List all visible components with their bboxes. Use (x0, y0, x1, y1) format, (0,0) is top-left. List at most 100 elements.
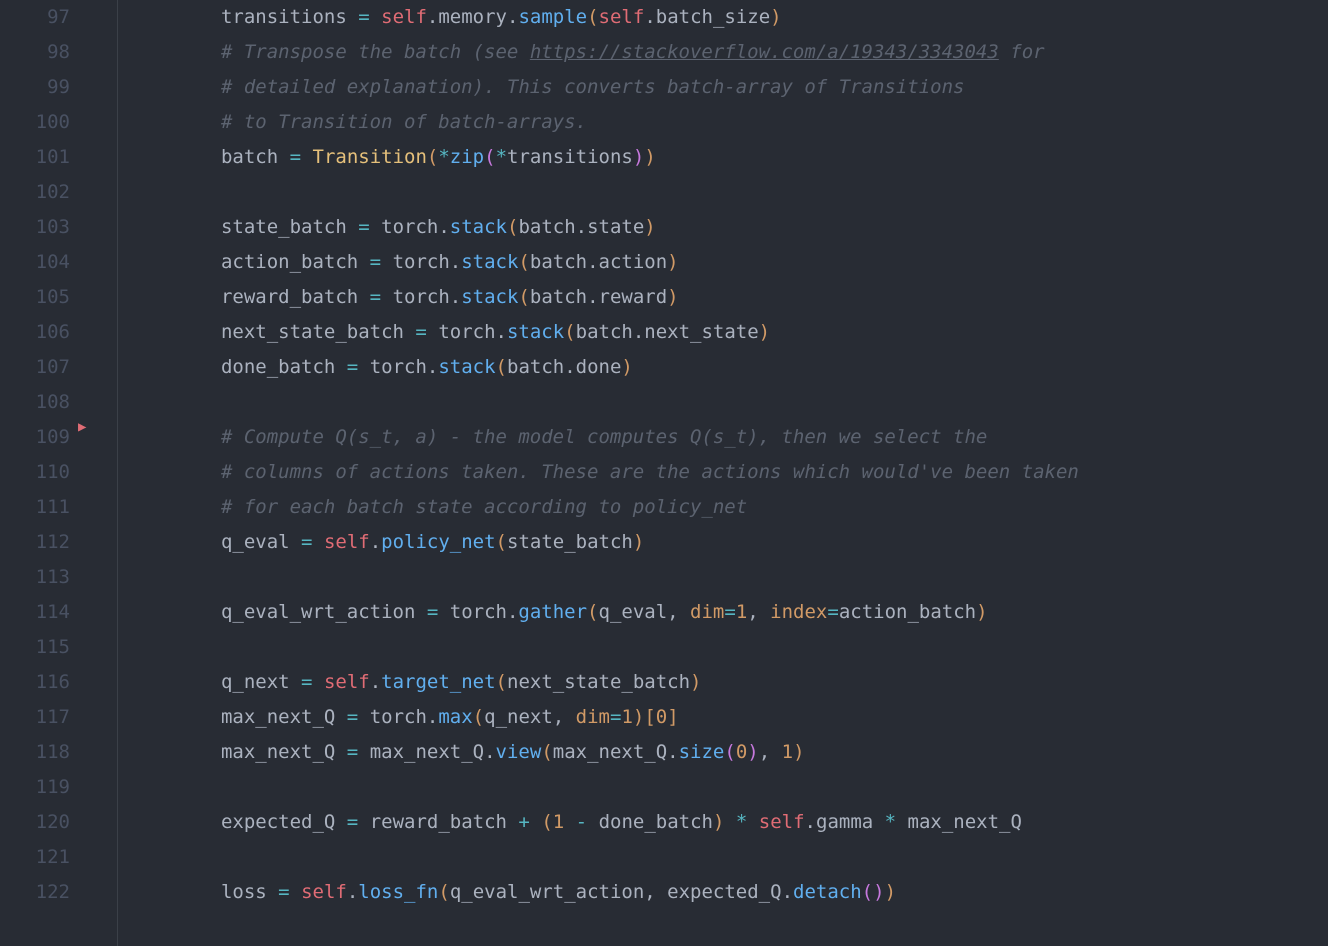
token-call: max (438, 706, 472, 728)
token-self: self (759, 811, 805, 833)
token-call: loss_fn (358, 881, 438, 903)
token-brk2: ( (862, 881, 873, 903)
code-line[interactable]: max_next_Q = torch.max(q_next, dim=1)[0] (118, 700, 1328, 735)
fold-marker-icon[interactable]: ▶ (78, 410, 86, 445)
token-brk1: ( (541, 811, 552, 833)
token-op: = (358, 6, 369, 28)
code-line[interactable]: q_eval_wrt_action = torch.gather(q_eval,… (118, 595, 1328, 630)
code-editor[interactable]: 9798991001011021031041051061071081091101… (0, 0, 1328, 946)
line-number[interactable]: 114 (0, 595, 70, 630)
code-line[interactable] (118, 840, 1328, 875)
line-number[interactable]: 97 (0, 0, 70, 35)
code-line[interactable]: # Transpose the batch (see https://stack… (118, 35, 1328, 70)
code-line[interactable] (118, 175, 1328, 210)
token-def: done_batch (221, 356, 347, 378)
token-brk1: ) (885, 881, 896, 903)
line-number[interactable]: 119 (0, 770, 70, 805)
line-number[interactable]: 100 (0, 105, 70, 140)
token-def: torch (358, 356, 427, 378)
token-brk2: ) (747, 741, 758, 763)
line-number-gutter[interactable]: 9798991001011021031041051061071081091101… (0, 0, 88, 946)
code-line[interactable] (118, 770, 1328, 805)
code-line[interactable] (118, 560, 1328, 595)
line-number[interactable]: 107 (0, 350, 70, 385)
token-brk1: ) (667, 286, 678, 308)
token-punc: . (633, 321, 644, 343)
token-def: state_batch (507, 531, 633, 553)
token-self: self (381, 6, 427, 28)
token-punc: , (747, 601, 770, 623)
code-line[interactable] (118, 385, 1328, 420)
token-def: expected_Q (667, 881, 781, 903)
line-number[interactable]: 112 (0, 525, 70, 560)
code-line[interactable]: state_batch = torch.stack(batch.state) (118, 210, 1328, 245)
token-punc: . (576, 216, 587, 238)
token-def: torch (358, 706, 427, 728)
line-number[interactable]: 113 (0, 560, 70, 595)
line-number[interactable]: 104 (0, 245, 70, 280)
line-number[interactable]: 98 (0, 35, 70, 70)
code-line[interactable]: # Compute Q(s_t, a) - the model computes… (118, 420, 1328, 455)
token-punc: . (805, 811, 816, 833)
line-number[interactable]: 115 (0, 630, 70, 665)
token-op: = (347, 741, 358, 763)
code-line[interactable]: batch = Transition(*zip(*transitions)) (118, 140, 1328, 175)
token-punc: , (553, 706, 576, 728)
line-number[interactable]: 116 (0, 665, 70, 700)
line-number[interactable]: 122 (0, 875, 70, 910)
line-number[interactable]: 117 (0, 700, 70, 735)
code-line[interactable]: q_next = self.target_net(next_state_batc… (118, 665, 1328, 700)
token-def: done_batch (587, 811, 713, 833)
token-def: batch (530, 286, 587, 308)
line-number[interactable]: 109 (0, 420, 70, 455)
line-number[interactable]: 120 (0, 805, 70, 840)
line-number[interactable]: 103 (0, 210, 70, 245)
code-line[interactable]: max_next_Q = max_next_Q.view(max_next_Q.… (118, 735, 1328, 770)
line-number[interactable]: 102 (0, 175, 70, 210)
code-line[interactable]: action_batch = torch.stack(batch.action) (118, 245, 1328, 280)
token-def: batch (576, 321, 633, 343)
line-number[interactable]: 105 (0, 280, 70, 315)
code-line[interactable]: # columns of actions taken. These are th… (118, 455, 1328, 490)
token-type: Transition (313, 146, 427, 168)
code-line[interactable]: # for each batch state according to poli… (118, 490, 1328, 525)
code-line[interactable]: reward_batch = torch.stack(batch.reward) (118, 280, 1328, 315)
line-number[interactable]: 101 (0, 140, 70, 175)
token-brk1: ) (759, 321, 770, 343)
line-number[interactable]: 118 (0, 735, 70, 770)
code-line[interactable]: # detailed explanation). This converts b… (118, 70, 1328, 105)
line-number[interactable]: 99 (0, 70, 70, 105)
token-brk2: ) (633, 146, 644, 168)
line-number[interactable]: 108 (0, 385, 70, 420)
token-param: dim (690, 601, 724, 623)
code-line[interactable]: # to Transition of batch-arrays. (118, 105, 1328, 140)
token-brk1: ) (633, 706, 644, 728)
fold-column[interactable]: ▶ (88, 0, 118, 946)
token-def: reward (599, 286, 668, 308)
code-line[interactable]: next_state_batch = torch.stack(batch.nex… (118, 315, 1328, 350)
code-line[interactable]: expected_Q = reward_batch + (1 - done_ba… (118, 805, 1328, 840)
line-number[interactable]: 121 (0, 840, 70, 875)
token-def (370, 6, 381, 28)
code-area[interactable]: transitions = self.memory.sample(self.ba… (118, 0, 1328, 946)
token-brk1: [ (644, 706, 655, 728)
token-brk2: ( (724, 741, 735, 763)
line-number[interactable]: 106 (0, 315, 70, 350)
token-def: batch (221, 146, 290, 168)
token-op: = (290, 146, 301, 168)
token-call: policy_net (381, 531, 495, 553)
code-line[interactable] (118, 630, 1328, 665)
token-def: action_batch (221, 251, 370, 273)
line-number[interactable]: 111 (0, 490, 70, 525)
line-number[interactable]: 110 (0, 455, 70, 490)
token-def: batch_size (656, 6, 770, 28)
token-def (290, 881, 301, 903)
code-line[interactable]: q_eval = self.policy_net(state_batch) (118, 525, 1328, 560)
code-line[interactable]: loss = self.loss_fn(q_eval_wrt_action, e… (118, 875, 1328, 910)
token-op: = (427, 601, 438, 623)
code-line[interactable]: done_batch = torch.stack(batch.done) (118, 350, 1328, 385)
token-def: max_next_Q (553, 741, 667, 763)
code-line[interactable]: transitions = self.memory.sample(self.ba… (118, 0, 1328, 35)
token-def: max_next_Q (358, 741, 484, 763)
token-punc: . (370, 531, 381, 553)
